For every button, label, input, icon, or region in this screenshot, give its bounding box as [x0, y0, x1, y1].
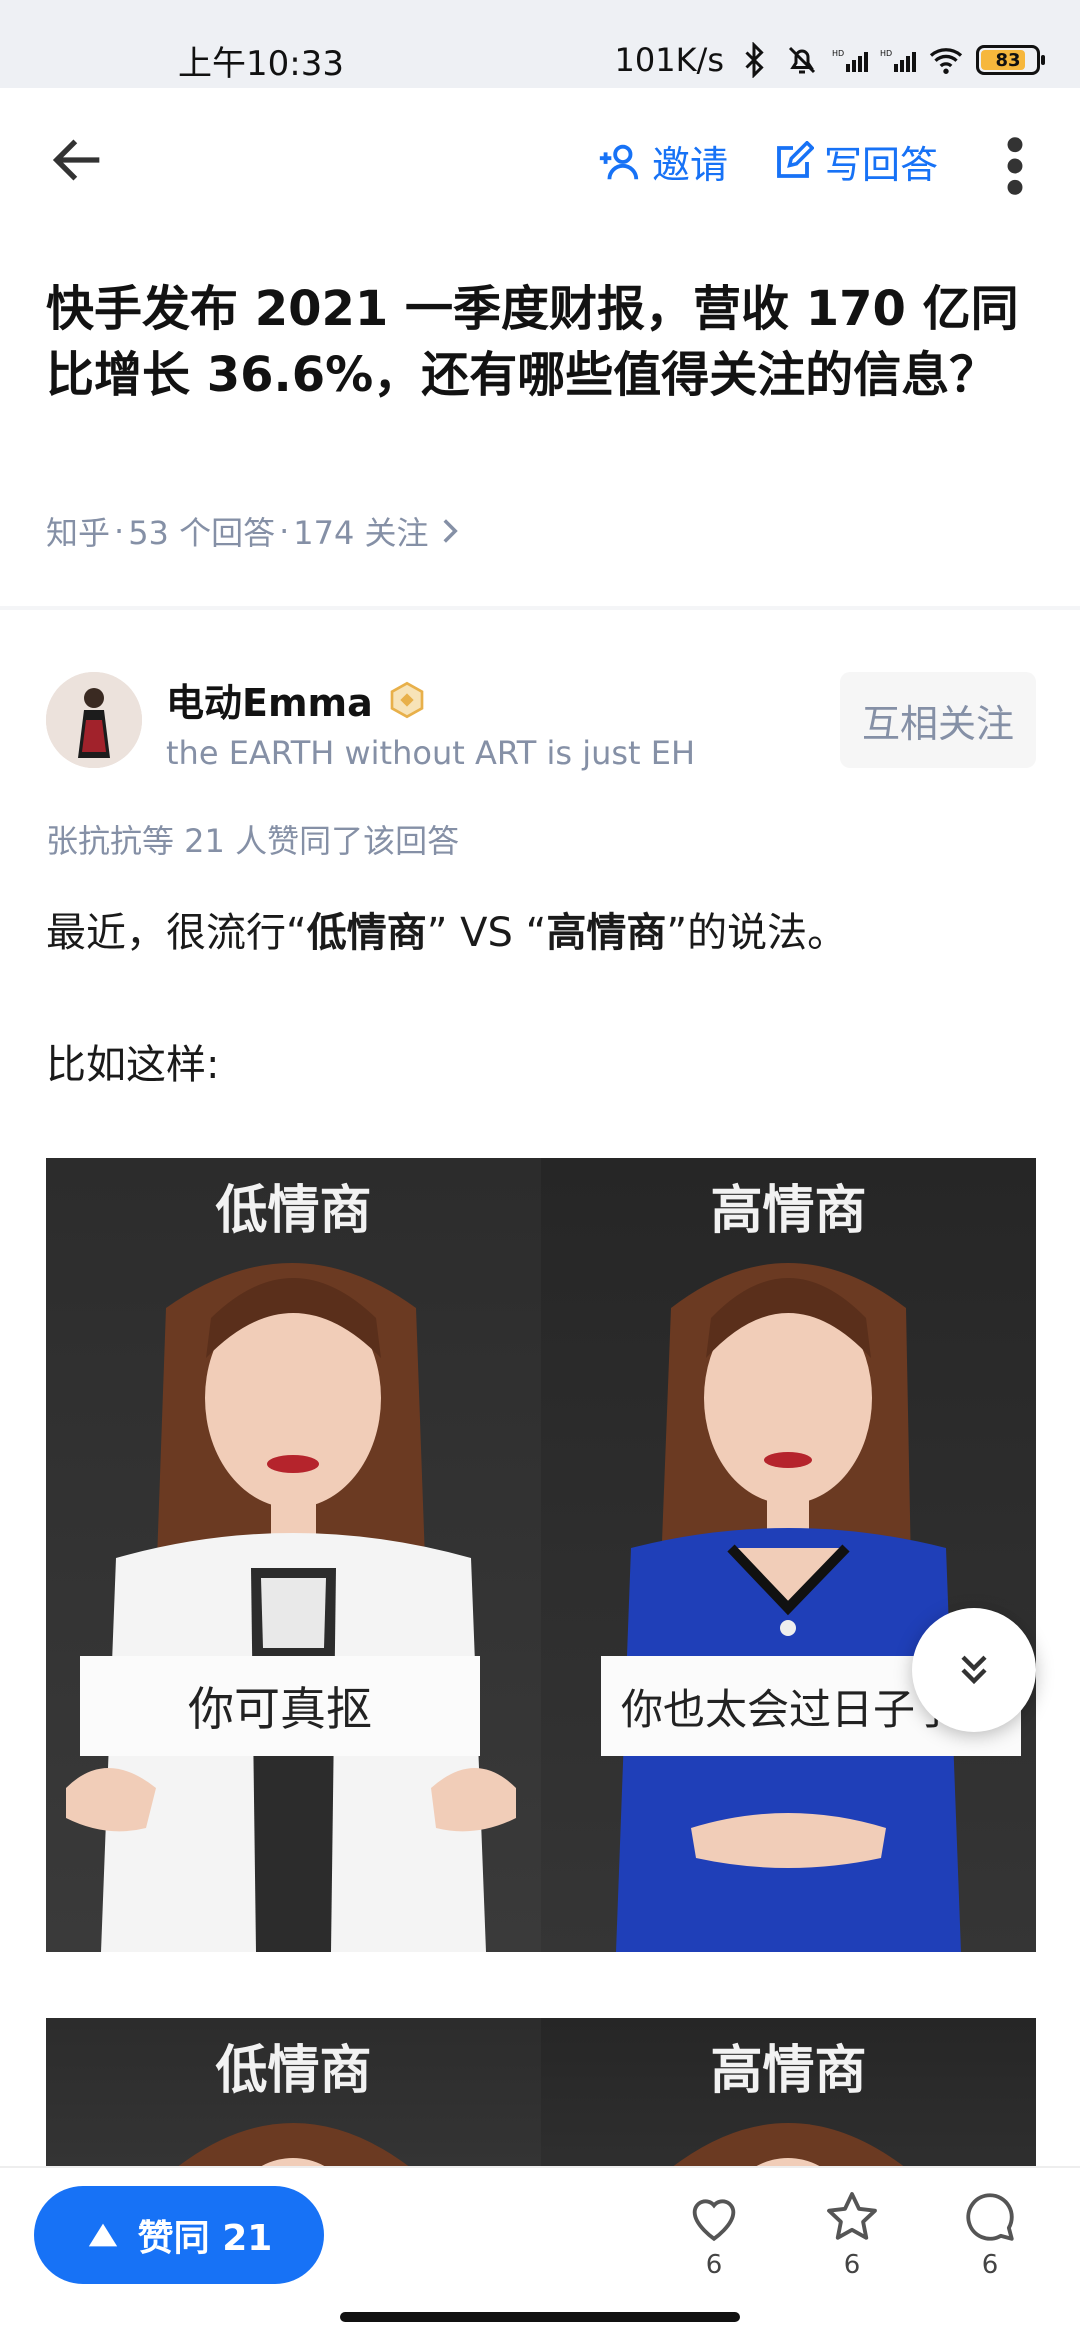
answers-count: 53 个回答: [128, 514, 276, 552]
battery-level: 83: [995, 49, 1021, 71]
comment-button[interactable]: 6: [950, 2188, 1030, 2280]
meme-right-panel: 高情商: [541, 1158, 1036, 1952]
invite-button[interactable]: 邀请: [596, 134, 728, 189]
answer-image-1[interactable]: 低情商 高情商 你可真抠 你也太会过日子了吧: [46, 1158, 1036, 1952]
meta-separator: ·: [114, 512, 125, 550]
comment-count: 6: [981, 2250, 999, 2280]
signal-hd-icon-2: HD: [880, 49, 916, 72]
invite-label: 邀请: [652, 143, 729, 187]
upvote-label: 赞同 21: [137, 2218, 273, 2259]
answer-bold-low: 低情商: [306, 910, 427, 956]
answer-paragraph-1: 最近，很流行“低情商” VS “高情商”的说法。: [46, 900, 847, 958]
answer-text-mid: ” VS “: [426, 910, 547, 956]
add-user-icon: [599, 144, 639, 179]
chevron-right-icon: [443, 519, 458, 543]
author-name: 电动Emma: [166, 681, 373, 725]
mutual-follow-button[interactable]: 互相关注: [840, 672, 1036, 768]
question-meta[interactable]: 知乎 · 53 个回答 · 174 关注: [46, 508, 459, 554]
hexagon-badge-icon: [390, 681, 424, 718]
answer-text-suffix: ”的说法。: [666, 910, 848, 956]
status-icons: 101K/s HD HD 83: [614, 40, 1045, 80]
answer-paragraph-2: 比如这样:: [46, 1042, 220, 1088]
top-nav: 邀请 写回答: [0, 88, 1080, 238]
upvote-button[interactable]: 赞同 21: [34, 2186, 324, 2284]
network-speed: 101K/s: [614, 41, 724, 79]
svg-text:HD: HD: [832, 49, 844, 58]
home-indicator[interactable]: [340, 2312, 740, 2322]
author-name-row[interactable]: 电动Emma: [166, 672, 427, 727]
meme-left-caption: 你可真抠: [80, 1656, 480, 1756]
star-icon: [827, 2192, 877, 2240]
write-answer-label: 写回答: [824, 143, 939, 187]
answer-text-prefix: 最近，很流行“: [46, 910, 307, 956]
question-source: 知乎: [46, 514, 111, 552]
author-avatar[interactable]: [46, 672, 142, 768]
write-answer-button[interactable]: 写回答: [772, 134, 938, 189]
like-button[interactable]: 6: [674, 2188, 754, 2280]
section-divider: [0, 606, 1080, 610]
woman-white-jacket-image: [66, 1263, 516, 1952]
wifi-icon: [929, 48, 963, 74]
meta-separator-2: ·: [279, 512, 290, 550]
edit-icon: [777, 140, 814, 178]
avatar-image: [46, 672, 142, 768]
status-bar: 上午10:33 101K/s HD HD 83: [0, 0, 1080, 88]
answer-bold-high: 高情商: [546, 910, 667, 956]
favorite-button[interactable]: 6: [812, 2188, 892, 2280]
heart-icon: [692, 2199, 736, 2242]
question-title[interactable]: 快手发布 2021 一季度财报，营收 170 亿同比增长 36.6%，还有哪些值…: [46, 276, 1036, 408]
follows-count: 174 关注: [293, 514, 429, 552]
status-time: 上午10:33: [178, 44, 344, 84]
mute-bell-icon: [788, 46, 816, 74]
favorite-count: 6: [843, 2250, 861, 2280]
scroll-down-button[interactable]: [912, 1608, 1036, 1732]
comment-icon: [966, 2193, 1014, 2241]
meme-left-panel: 低情商: [46, 1158, 541, 1952]
double-chevron-down-icon: [961, 1655, 987, 1685]
bluetooth-icon: [745, 42, 764, 78]
triangle-up-icon: [88, 2223, 117, 2247]
like-count: 6: [705, 2250, 723, 2280]
author-bio: the EARTH without ART is just EH: [166, 734, 696, 772]
more-vertical-icon[interactable]: [998, 134, 1032, 198]
woman-blue-dress-image: [616, 1263, 961, 1952]
svg-text:HD: HD: [880, 49, 892, 58]
battery-icon: 83: [976, 45, 1045, 75]
arrow-left-icon[interactable]: [46, 128, 110, 192]
vote-info: 张抗抗等 21 人赞同了该回答: [46, 822, 460, 860]
signal-hd-icon: HD: [832, 49, 868, 72]
